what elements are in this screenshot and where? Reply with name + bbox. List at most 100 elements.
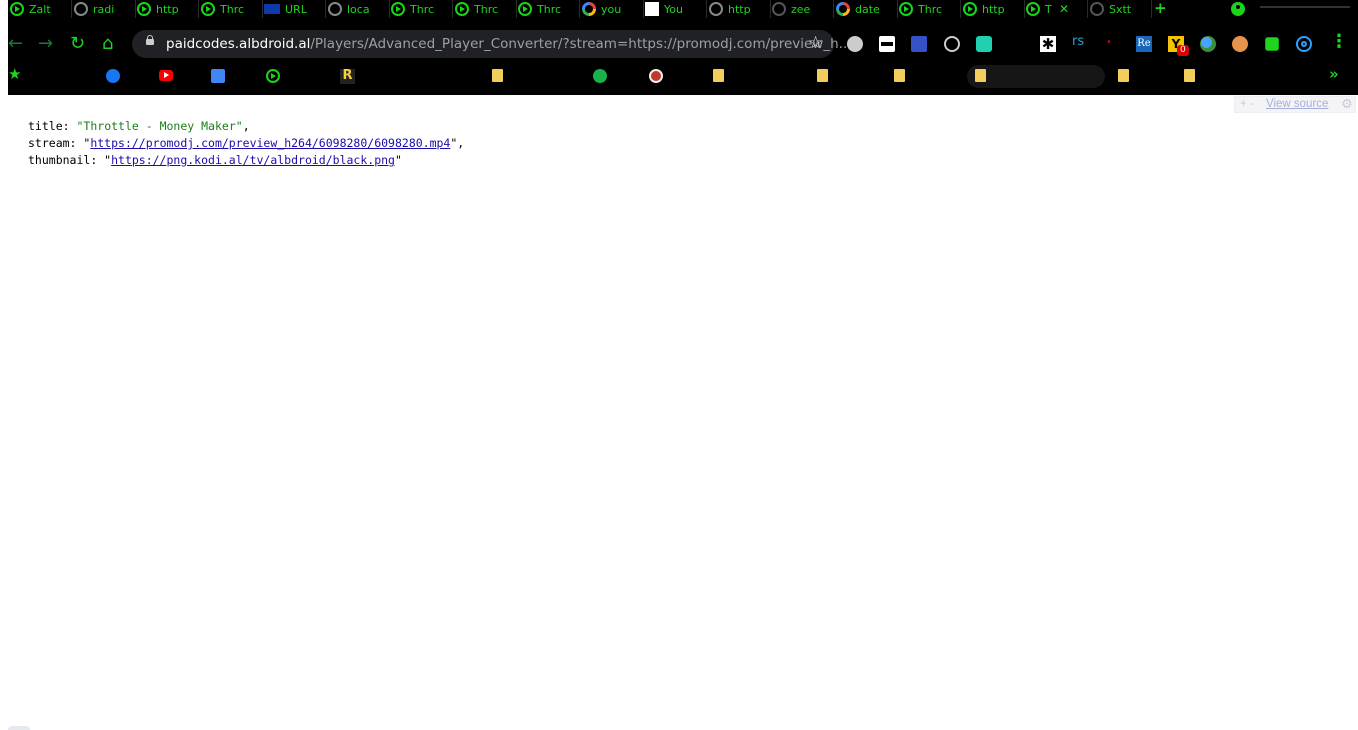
google-icon xyxy=(836,2,850,16)
play-icon xyxy=(455,2,469,16)
tab[interactable]: T ✕ xyxy=(1024,0,1088,18)
tab-title: you xyxy=(601,2,622,16)
gear-icon[interactable]: ⚙ xyxy=(1341,96,1353,111)
note-icon[interactable] xyxy=(1184,69,1195,82)
mask-icon[interactable] xyxy=(879,36,895,52)
tab-title: date xyxy=(855,2,880,16)
check-icon[interactable] xyxy=(944,36,960,52)
google-icon xyxy=(582,2,596,16)
json-row-thumbnail: thumbnail: "https://png.kodi.al/tv/albdr… xyxy=(28,153,402,167)
tab-title: loca xyxy=(347,2,370,16)
toolbar: ← → ↻ ⌂ paidcodes.albdroid.al/Players/Ad… xyxy=(8,29,1358,59)
tab[interactable]: you xyxy=(580,0,644,18)
red-icon[interactable]: • xyxy=(1106,37,1112,48)
github-icon xyxy=(772,2,786,16)
tab-title: Zalt xyxy=(29,2,51,16)
stream-link[interactable]: https://promodj.com/preview_h264/6098280… xyxy=(90,136,450,150)
kebab-menu-icon[interactable]: ⋮ xyxy=(1330,31,1348,52)
tab[interactable]: loca xyxy=(326,0,390,18)
json-key: stream xyxy=(28,136,70,150)
thumbnail-link[interactable]: https://png.kodi.al/tv/albdroid/black.pn… xyxy=(111,153,395,167)
github-icon xyxy=(1090,2,1104,16)
tab[interactable]: date xyxy=(834,0,898,18)
home-icon[interactable]: ⌂ xyxy=(102,35,113,53)
re-icon[interactable]: Re xyxy=(1136,36,1152,52)
tab[interactable]: http xyxy=(135,0,199,18)
address-bar[interactable]: paidcodes.albdroid.al/Players/Advanced_P… xyxy=(132,30,852,58)
tab[interactable]: http xyxy=(961,0,1025,18)
tab[interactable]: radi xyxy=(72,0,136,18)
play-icon xyxy=(10,2,24,16)
tab-title: http xyxy=(728,2,751,16)
expand-collapse-toggle[interactable]: + - xyxy=(1240,97,1254,112)
r-icon[interactable]: R xyxy=(340,69,355,84)
tab[interactable]: Thrc xyxy=(516,0,580,18)
json-key: title xyxy=(28,119,63,133)
tab-title: http xyxy=(156,2,179,16)
globe-icon[interactable] xyxy=(593,69,607,83)
tab-search-bar[interactable] xyxy=(1260,6,1350,8)
facebook-icon[interactable] xyxy=(106,69,120,83)
mail-icon[interactable] xyxy=(911,36,927,52)
more-bookmarks-icon[interactable]: » xyxy=(1329,65,1339,83)
ring-icon[interactable] xyxy=(1296,36,1312,52)
new-tab-button[interactable]: + xyxy=(1154,0,1167,17)
database-icon[interactable] xyxy=(976,36,992,52)
tools-icon xyxy=(264,4,280,14)
tab-title: Sxtt xyxy=(1109,2,1132,16)
url-text[interactable]: paidcodes.albdroid.al/Players/Advanced_P… xyxy=(166,36,852,52)
translate-icon[interactable] xyxy=(211,69,225,83)
globe-icon xyxy=(74,2,88,16)
profile-icon[interactable] xyxy=(1231,2,1245,16)
back-icon[interactable]: ← xyxy=(8,35,23,53)
code-icon[interactable] xyxy=(1232,36,1248,52)
note-icon[interactable] xyxy=(975,69,986,82)
flag-icon[interactable] xyxy=(649,69,663,83)
earth-icon[interactable] xyxy=(1200,36,1216,52)
youtube-icon[interactable] xyxy=(159,70,173,81)
rs-icon[interactable]: rs xyxy=(1072,34,1084,49)
tab[interactable]: You xyxy=(643,0,707,18)
globe-icon[interactable] xyxy=(847,36,863,52)
note-icon[interactable] xyxy=(492,69,503,82)
close-icon[interactable]: ✕ xyxy=(1059,2,1069,16)
tab-title: http xyxy=(982,2,1005,16)
reload-icon[interactable]: ↻ xyxy=(70,35,85,53)
forward-icon[interactable]: → xyxy=(38,35,53,53)
tab[interactable]: zee xyxy=(770,0,834,18)
tab[interactable]: Thrc xyxy=(199,0,263,18)
browser-chrome: Zalt radi http Thrc URL loca Thrc Thrc Thrc you Yo… xyxy=(8,0,1358,95)
play-icon xyxy=(1026,2,1040,16)
puzzle-icon[interactable] xyxy=(1265,37,1279,51)
star-icon[interactable]: ★ xyxy=(8,65,21,83)
tab-title: zee xyxy=(791,2,811,16)
asterisk-icon[interactable]: ✱ xyxy=(1040,36,1056,53)
play-icon xyxy=(963,2,977,16)
tab[interactable]: Sxtt xyxy=(1088,0,1152,18)
tab-title: Thrc xyxy=(410,2,435,16)
tab[interactable]: Thrc xyxy=(897,0,961,18)
play-icon xyxy=(518,2,532,16)
note-icon[interactable] xyxy=(713,69,724,82)
tab[interactable]: http xyxy=(707,0,771,18)
tab[interactable]: Thrc xyxy=(453,0,517,18)
lock-icon[interactable] xyxy=(146,35,154,45)
note-icon[interactable] xyxy=(1118,69,1129,82)
tab[interactable]: Zalt xyxy=(8,0,72,18)
json-document: title: "Throttle - Money Maker", stream:… xyxy=(28,118,464,169)
play-icon xyxy=(391,2,405,16)
play-icon[interactable] xyxy=(266,69,280,83)
bookmark-star-icon[interactable]: ☆ xyxy=(808,33,823,53)
bookmark-folder[interactable] xyxy=(967,65,1105,88)
note-icon[interactable] xyxy=(894,69,905,82)
json-viewer-toolbar: + - View source ⚙ xyxy=(1234,96,1356,113)
note-icon[interactable] xyxy=(817,69,828,82)
tab[interactable]: URL xyxy=(262,0,326,18)
url-host: paidcodes.albdroid.al xyxy=(166,36,311,52)
tab-title: Thrc xyxy=(474,2,499,16)
tab-title: URL xyxy=(285,2,307,16)
tab[interactable]: Thrc xyxy=(389,0,453,18)
view-source-link[interactable]: View source xyxy=(1266,97,1328,112)
url-path: /Players/Advanced_Player_Converter/?stre… xyxy=(310,36,852,52)
globe-icon xyxy=(328,2,342,16)
